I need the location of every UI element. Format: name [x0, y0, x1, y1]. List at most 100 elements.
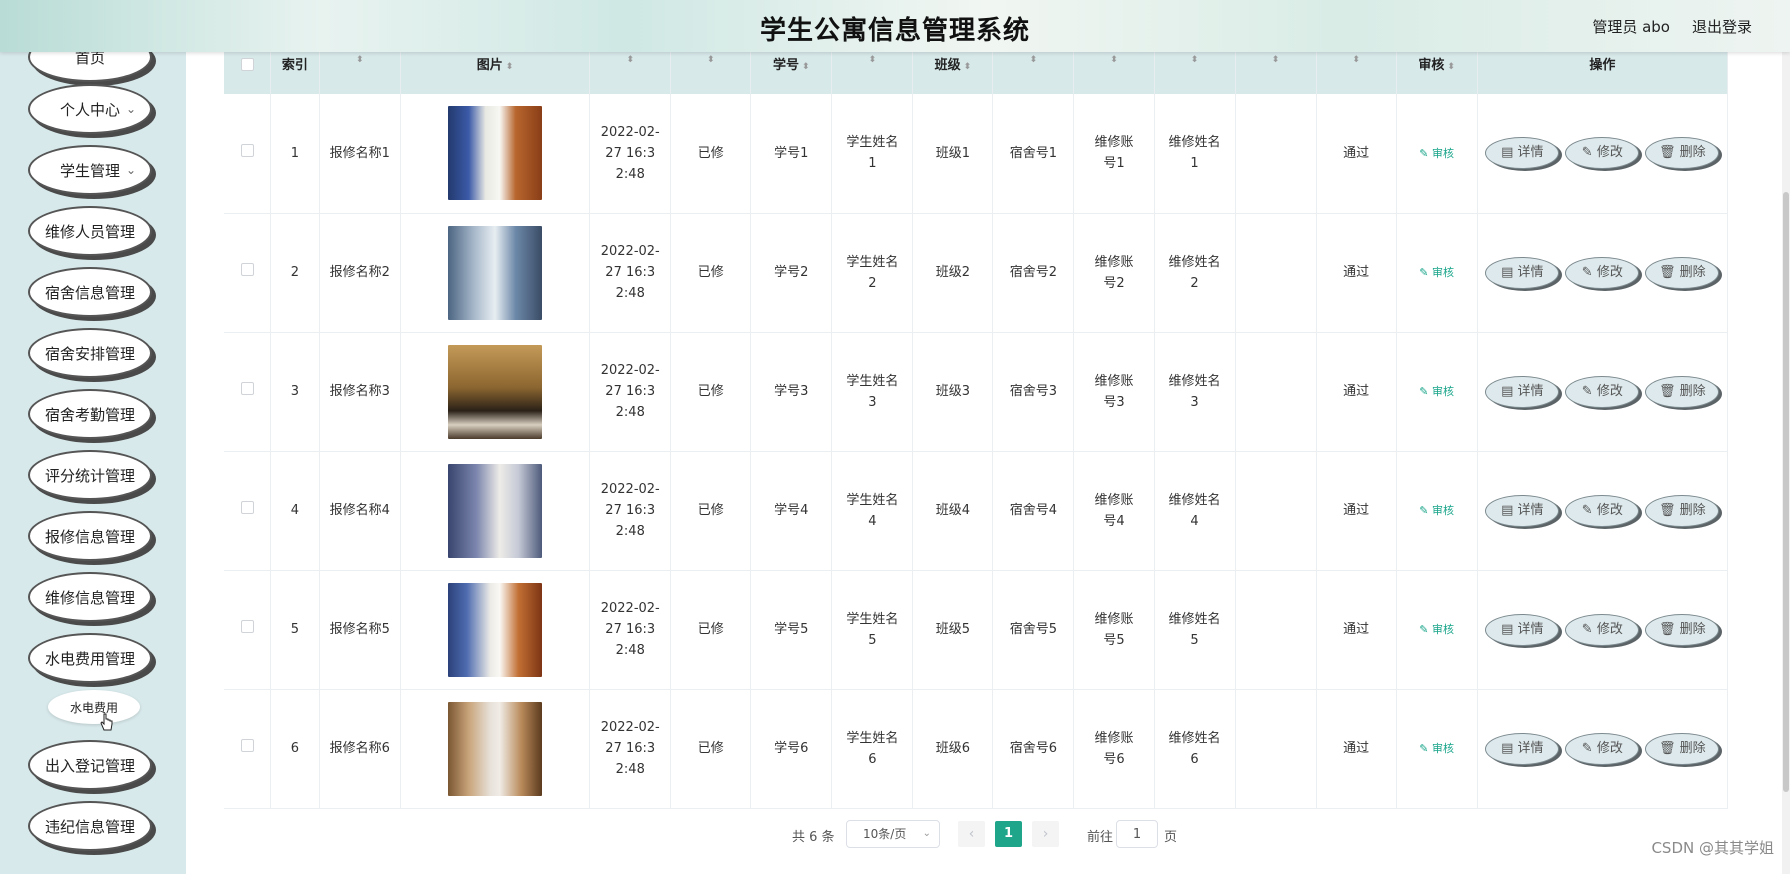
detail-button[interactable]: ▤ 详情 — [1485, 613, 1560, 646]
sort-icon[interactable]: ⬍ — [671, 56, 750, 65]
delete-button[interactable]: 🗑 删除 — [1645, 494, 1720, 527]
header-reply[interactable]: ⬍ — [1235, 52, 1317, 94]
sidebar-item-personal-center[interactable]: 个人中心 ⌄ — [28, 84, 152, 134]
cell-repair-status: 已修 — [670, 451, 752, 571]
header-student-name[interactable]: ⬍ — [831, 52, 914, 94]
table-row: 3 报修名称3 2022-02-27 16:32:48 已修 学号3 学生姓名3 班级3 宿舍… — [224, 332, 1729, 452]
detail-button[interactable]: ▤ 详情 — [1485, 137, 1560, 170]
sort-icon[interactable]: ⬍ — [590, 56, 670, 65]
header-time[interactable]: ⬍ — [589, 52, 672, 94]
sidebar-item-dorm-attendance[interactable]: 宿舍考勤管理 — [28, 389, 152, 439]
next-page-button[interactable]: › — [1032, 821, 1059, 847]
sort-icon[interactable]: ⬍ — [832, 56, 912, 65]
row-select[interactable] — [224, 94, 272, 214]
sort-icon[interactable]: ⬍ — [320, 56, 400, 65]
cell-repair-status: 已修 — [670, 94, 752, 214]
header-image[interactable]: 图片 ⬍ — [400, 52, 591, 94]
sidebar-item-repair-report[interactable]: 报修信息管理 — [28, 511, 152, 561]
edit-button[interactable]: ✎ 修改 — [1565, 732, 1640, 765]
edit-button[interactable]: ✎ 修改 — [1565, 613, 1640, 646]
row-select[interactable] — [224, 213, 272, 333]
row-checkbox[interactable] — [240, 739, 254, 752]
detail-button[interactable]: ▤ 详情 — [1485, 494, 1560, 527]
cell-repairer-name: 维修姓名1 — [1154, 94, 1236, 214]
header-dorm-no[interactable]: ⬍ — [992, 52, 1075, 94]
row-checkbox[interactable] — [240, 382, 254, 395]
sort-icon[interactable]: ⬍ — [1317, 56, 1396, 65]
audit-link[interactable]: ✎ 审核 — [1419, 742, 1454, 755]
audit-link[interactable]: ✎ 审核 — [1419, 385, 1454, 398]
sort-icon[interactable]: ⬍ — [993, 56, 1073, 65]
cell-dorm-no: 宿舍号2 — [992, 213, 1075, 333]
pencil-icon: ✎ — [1419, 742, 1429, 755]
cell-audit-result: 通过 — [1316, 689, 1397, 809]
delete-button[interactable]: 🗑 删除 — [1645, 256, 1720, 289]
header-name[interactable]: ⬍ — [319, 52, 401, 94]
document-icon: ▤ — [1501, 502, 1514, 518]
header-status[interactable]: ⬍ — [670, 52, 752, 94]
audit-link[interactable]: ✎ 审核 — [1419, 623, 1454, 636]
sort-icon[interactable]: ⬍ — [802, 62, 810, 72]
scrollbar[interactable] — [1782, 52, 1790, 874]
select-all-checkbox[interactable] — [240, 58, 254, 71]
detail-button[interactable]: ▤ 详情 — [1485, 375, 1560, 408]
row-checkbox[interactable] — [240, 143, 254, 157]
edit-button[interactable]: ✎ 修改 — [1565, 256, 1640, 289]
header-repair-account[interactable]: ⬍ — [1073, 52, 1155, 94]
edit-button[interactable]: ✎ 修改 — [1565, 494, 1640, 527]
row-select[interactable] — [224, 570, 272, 690]
prev-page-button[interactable]: ‹ — [958, 821, 985, 847]
sidebar-item-dorm-arrangement[interactable]: 宿舍安排管理 — [28, 328, 152, 378]
header-audit-result[interactable]: ⬍ — [1316, 52, 1397, 94]
sidebar-item-label: 宿舍信息管理 — [44, 283, 135, 302]
header-audit[interactable]: 审核 ⬍ — [1396, 52, 1478, 94]
sidebar-item-entry-exit-log[interactable]: 出入登记管理 — [28, 740, 152, 790]
cell-actions: ▤ 详情 ✎ 修改 🗑 删除 — [1477, 570, 1729, 690]
delete-button[interactable]: 🗑 删除 — [1645, 732, 1720, 765]
audit-link[interactable]: ✎ 审核 — [1419, 504, 1454, 517]
cell-actions: ▤ 详情 ✎ 修改 🗑 删除 — [1477, 451, 1729, 571]
sidebar-item-repair-info[interactable]: 维修信息管理 — [28, 572, 152, 622]
audit-link[interactable]: ✎ 审核 — [1419, 266, 1454, 279]
delete-button[interactable]: 🗑 删除 — [1645, 375, 1720, 408]
submenu-item-utility-fee[interactable]: 水电费用 — [48, 690, 140, 724]
goto-page-input[interactable] — [1116, 820, 1158, 848]
row-select[interactable] — [224, 689, 272, 809]
delete-button[interactable]: 🗑 删除 — [1645, 613, 1720, 646]
row-select[interactable] — [224, 451, 272, 571]
row-select[interactable] — [224, 332, 272, 452]
header-class[interactable]: 班级 ⬍ — [912, 52, 994, 94]
sidebar-item-student-management[interactable]: 学生管理 ⌄ — [28, 145, 152, 195]
sidebar-item-utility-fees[interactable]: 水电费用管理 — [28, 633, 152, 683]
logout-button[interactable]: 退出登录 — [1692, 16, 1752, 37]
sort-icon[interactable]: ⬍ — [1236, 56, 1316, 65]
sort-icon[interactable]: ⬍ — [506, 62, 514, 72]
scrollbar-thumb[interactable] — [1783, 192, 1789, 792]
sidebar-item-discipline-info[interactable]: 违纪信息管理 — [28, 801, 152, 851]
sort-icon[interactable]: ⬍ — [1074, 56, 1153, 65]
delete-button[interactable]: 🗑 删除 — [1645, 137, 1720, 170]
pencil-icon: ✎ — [1419, 385, 1429, 398]
detail-button[interactable]: ▤ 详情 — [1485, 256, 1560, 289]
row-checkbox[interactable] — [240, 501, 254, 514]
cell-repair-account: 维修账号5 — [1073, 570, 1155, 690]
header-repair-name[interactable]: ⬍ — [1154, 52, 1236, 94]
page-size-select[interactable]: 10条/页 ⌄ — [846, 820, 940, 848]
detail-button[interactable]: ▤ 详情 — [1485, 732, 1560, 765]
page-number-current[interactable]: 1 — [995, 821, 1022, 847]
sort-icon[interactable]: ⬍ — [1155, 56, 1235, 65]
edit-button[interactable]: ✎ 修改 — [1565, 375, 1640, 408]
edit-button[interactable]: ✎ 修改 — [1565, 137, 1640, 170]
row-checkbox[interactable] — [240, 263, 254, 276]
row-checkbox[interactable] — [240, 620, 254, 633]
sort-icon[interactable]: ⬍ — [964, 62, 972, 72]
sort-icon[interactable]: ⬍ — [1447, 62, 1455, 72]
header-student-id[interactable]: 学号 ⬍ — [750, 52, 833, 94]
pagination: 共 6 条 10条/页 ⌄ ‹ 1 › 前往 页 — [186, 820, 1790, 850]
sidebar-item-dorm-info[interactable]: 宿舍信息管理 — [28, 267, 152, 317]
cell-audit-result: 通过 — [1316, 94, 1397, 214]
sidebar-item-repairer-management[interactable]: 维修人员管理 — [28, 206, 152, 256]
sidebar-item-score-statistics[interactable]: 评分统计管理 — [28, 450, 152, 500]
audit-link[interactable]: ✎ 审核 — [1419, 147, 1454, 160]
header-select-all[interactable] — [224, 52, 272, 94]
